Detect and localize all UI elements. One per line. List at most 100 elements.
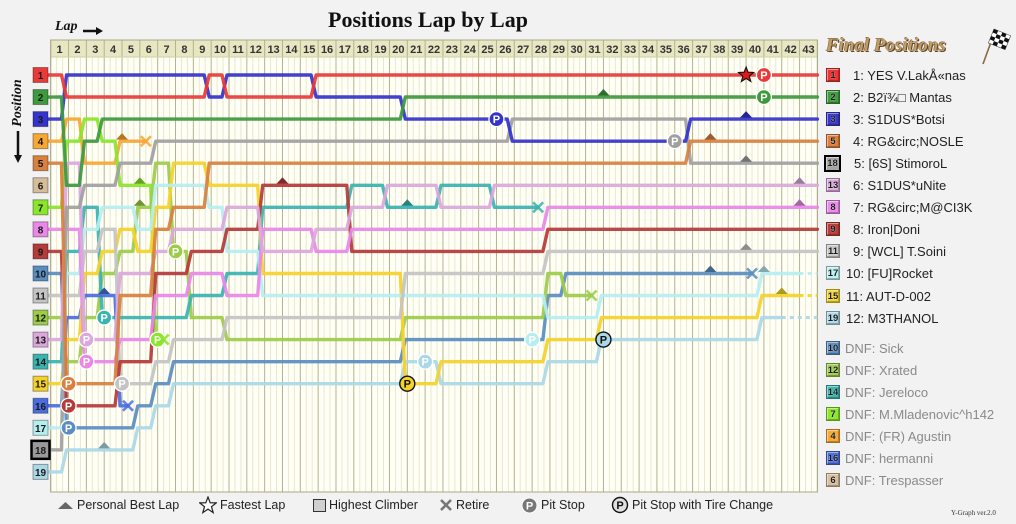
lap-tick-label: 11 (232, 44, 244, 56)
grid-label-number: 10 (35, 269, 47, 280)
lap-tick-label: 20 (392, 44, 404, 56)
pit-stop-marker: P (488, 110, 505, 128)
lap-tick-label: 35 (660, 44, 672, 56)
lap-tick-label: 6 (146, 44, 152, 56)
lap-tick-label: 16 (321, 44, 333, 56)
grid-label-number: 9 (38, 247, 44, 258)
final-position-row: 18 5: [6S] StimoroL (824, 154, 947, 172)
arrow-down-icon (14, 131, 22, 163)
dnf-row: 10 DNF: Sick (826, 340, 904, 356)
grid-position-label: 11 (32, 287, 49, 304)
legend-label: Highest Climber (329, 498, 418, 512)
lap-tick-label: 2 (74, 44, 80, 56)
lap-tick-label: 24 (464, 44, 477, 56)
pit-symbol: P (528, 335, 535, 347)
lap-tick-label: 30 (571, 44, 583, 56)
final-position-row: 19 12: M3THANOL (826, 310, 938, 326)
dnf-text: DNF: M.Mladenovic^h142 (845, 406, 995, 422)
chart-title: Positions Lap by Lap (328, 7, 528, 32)
driver-badge: 14 (826, 385, 840, 399)
lap-tick-label: 18 (357, 44, 369, 56)
pit-symbol: P (118, 379, 125, 391)
dnf-row: 6 DNF: Trespasser (826, 472, 943, 488)
driver-result: 2: B2ï¾□ Mantas (853, 89, 952, 105)
grid-label-number: 12 (35, 314, 47, 325)
grid-label-number: 17 (35, 424, 47, 435)
lap-tick-label: 19 (374, 44, 386, 56)
driver-badge: 19 (826, 311, 840, 325)
dnf-row: 16 DNF: hermanni (826, 450, 933, 466)
pit-stop-marker: P (113, 375, 131, 392)
lap-tick-label: 15 (303, 44, 315, 56)
driver-badge: 2 (826, 90, 840, 104)
grid-position-label: 13 (32, 331, 49, 348)
grid-label-number: 19 (35, 468, 47, 479)
driver-badge: 10 (826, 341, 840, 355)
grid-position-label: 2 (32, 89, 49, 106)
dnf-text: DNF: (FR) Agustin (845, 428, 952, 444)
pit-symbol: P (671, 136, 678, 148)
legend-fastest-lap: Fastest Lap (199, 496, 286, 514)
dnf-text: DNF: hermanni (845, 450, 934, 466)
legend-highest-climber: Highest Climber (313, 497, 418, 513)
triangle-up-icon (58, 502, 73, 509)
grid-position-label: 4 (32, 133, 49, 150)
lap-tick-label: 9 (199, 44, 205, 56)
legend-label: Fastest Lap (220, 498, 286, 512)
final-position-row: 17 10: [FU]Rocket (826, 265, 933, 281)
pit-stop-marker: P (416, 353, 434, 370)
driver-badge: 13 (826, 178, 840, 192)
grid-position-label: 10 (32, 265, 49, 282)
lap-tick-label: 43 (802, 44, 814, 56)
square-icon (313, 498, 326, 512)
pit-symbol: P (83, 335, 90, 347)
pit-stop-marker: P (167, 243, 184, 260)
grid-label-number: 6 (38, 181, 44, 192)
grid-position-label: 6 (32, 177, 49, 194)
lap-tick-label: 41 (767, 44, 779, 56)
lap-tick-label: 37 (695, 44, 707, 56)
driver-badge: 9 (826, 222, 840, 236)
lap-tick-label: 36 (678, 44, 690, 56)
grid-position-label: 12 (32, 309, 49, 326)
dnf-row: 7 DNF: M.Mladenovic^h142 (826, 406, 994, 422)
lap-tick-label: 13 (267, 44, 279, 56)
grid-position-label: 7 (32, 199, 49, 216)
driver-badge: 8 (826, 200, 840, 214)
pit-symbol: P (760, 70, 767, 82)
pit-symbol: P (65, 379, 72, 391)
dnf-row: 12 DNF: Xrated (826, 362, 917, 378)
lap-tick-label: 1 (57, 44, 63, 56)
pit-symbol: P (760, 92, 767, 104)
pit-symbol: P (600, 335, 607, 347)
final-position-row: 11 9: [WCL] T.Soini (826, 243, 946, 259)
pit-symbol: P (101, 313, 108, 325)
pit-stop-marker: P (78, 331, 95, 348)
grid-label-number: 16 (35, 402, 47, 413)
arrow-right-icon (83, 27, 103, 35)
driver-badge: 4 (826, 429, 840, 443)
pit-stop-marker: P (60, 419, 77, 436)
dnf-text: DNF: Sick (845, 340, 904, 356)
pit-stop-marker: P (523, 331, 541, 348)
driver-badge: 17 (826, 266, 840, 280)
lap-tick-label: 26 (499, 44, 511, 56)
pit-symbol: P (172, 246, 179, 258)
grid-label-number: 8 (38, 225, 44, 236)
final-position-row: 8 7: RG&circ;M@CI3K (826, 199, 972, 215)
grid-label-number: 7 (38, 203, 44, 214)
version-label: Y-Graph ver.2.0 (951, 509, 996, 517)
dnf-text: DNF: Trespasser (845, 472, 944, 488)
pit-stop-tire-change-icon: P (611, 496, 629, 514)
grid-position-label: 8 (32, 221, 49, 238)
driver-result: 7: RG&circ;M@CI3K (853, 199, 973, 215)
pit-symbol: P (526, 500, 533, 512)
dnf-row: 4 DNF: (FR) Agustin (826, 428, 951, 444)
grid-label-number: 15 (35, 380, 47, 391)
driver-badge: 6 (826, 473, 840, 487)
lap-tick-label: 39 (731, 44, 743, 56)
grid-position-label: 17 (32, 419, 49, 436)
grid-label-number: 1 (38, 71, 44, 82)
pit-symbol: P (83, 357, 90, 369)
legend-label: Pit Stop with Tire Change (632, 498, 774, 512)
